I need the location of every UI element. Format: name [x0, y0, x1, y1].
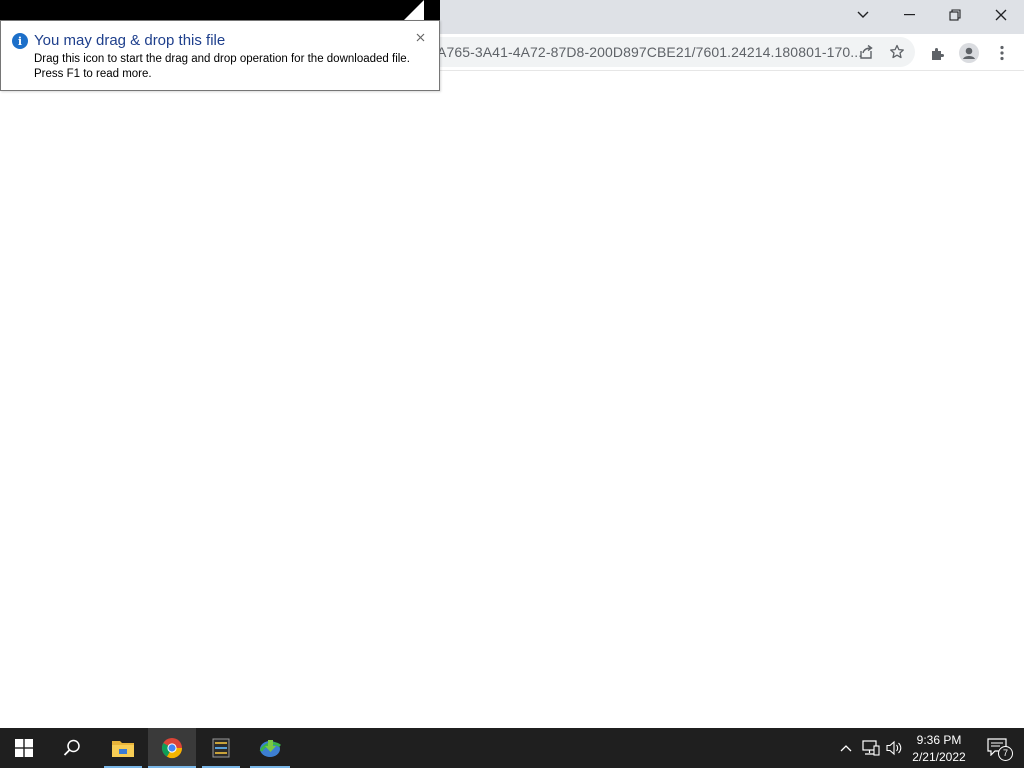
chrome-icon	[161, 738, 183, 759]
minimize-icon	[903, 14, 915, 16]
balloon-close-button[interactable]	[413, 30, 427, 44]
file-explorer-icon	[112, 741, 134, 757]
notification-icon: 7	[987, 738, 1013, 761]
balloon-pointer	[404, 0, 424, 20]
menu-button[interactable]	[991, 42, 1013, 64]
drag-drop-balloon: i You may drag & drop this file Drag thi…	[0, 20, 440, 91]
taskbar-app-chrome[interactable]	[148, 728, 196, 768]
taskbar-app-file-explorer[interactable]	[100, 728, 146, 768]
taskbar-app-generic[interactable]	[198, 728, 244, 768]
volume-tray-button[interactable]	[884, 728, 906, 768]
balloon-title: You may drag & drop this file	[34, 32, 226, 49]
action-center-button[interactable]: 7	[978, 728, 1018, 768]
taskbar-app-download-manager[interactable]	[246, 728, 294, 768]
profile-button[interactable]	[958, 42, 980, 64]
download-manager-icon	[259, 740, 281, 757]
app-icon	[212, 738, 230, 758]
balloon-body-line2: Press F1 to read more.	[34, 68, 152, 80]
share-button[interactable]	[856, 42, 876, 62]
taskbar: 9:36 PM 2/21/2022 7	[0, 728, 1024, 768]
search-icon	[63, 739, 80, 756]
close-icon	[995, 9, 1007, 21]
url-text[interactable]: A765-3A41-4A72-87D8-200D897CBE21/7601.24…	[437, 44, 862, 60]
network-tray-button[interactable]	[860, 728, 882, 768]
show-hidden-icons-button[interactable]	[836, 728, 856, 768]
info-icon: i	[12, 33, 28, 49]
start-button[interactable]	[0, 728, 48, 768]
clock-time: 9:36 PM	[916, 733, 962, 747]
restore-icon	[949, 9, 961, 21]
download-bar-strip	[0, 0, 440, 20]
taskbar-clock[interactable]: 9:36 PM 2/21/2022	[906, 730, 972, 766]
chevron-down-icon	[857, 11, 869, 18]
extensions-button[interactable]	[927, 42, 949, 64]
tab-search-button[interactable]	[840, 0, 886, 30]
close-window-button[interactable]	[978, 0, 1024, 30]
balloon-body-line1: Drag this icon to start the drag and dro…	[34, 53, 410, 65]
notification-count-badge: 7	[998, 746, 1013, 761]
volume-icon	[886, 740, 902, 756]
bookmark-button[interactable]	[887, 42, 907, 62]
share-icon	[860, 44, 873, 59]
close-icon	[416, 33, 424, 41]
star-icon	[890, 44, 904, 59]
address-bar[interactable]: A765-3A41-4A72-87D8-200D897CBE21/7601.24…	[420, 37, 915, 67]
search-button[interactable]	[48, 728, 96, 768]
page-content	[0, 71, 1024, 728]
chevron-up-icon	[840, 745, 852, 752]
restore-button[interactable]	[932, 0, 978, 30]
minimize-button[interactable]	[886, 0, 932, 30]
start-icon	[15, 739, 33, 757]
extensions-icon	[932, 48, 944, 60]
kebab-menu-icon	[1000, 45, 1004, 61]
profile-icon	[959, 43, 979, 63]
network-icon	[862, 740, 880, 756]
clock-date: 2/21/2022	[912, 750, 966, 764]
